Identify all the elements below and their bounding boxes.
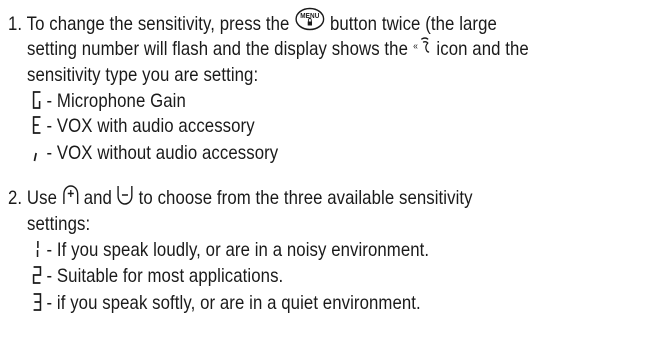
step1-line2-text-a: setting number will flash and the displa… bbox=[27, 38, 408, 61]
step2-line1-text-c: to choose from the three available sensi… bbox=[138, 187, 473, 210]
step2-line1-text-b: and bbox=[83, 187, 112, 210]
sensitivity-setting-1: - If you speak loudly, or are in a noisy… bbox=[31, 238, 429, 262]
sensitivity-type-mic-gain: - Microphone Gain bbox=[31, 89, 186, 113]
segment-1-icon bbox=[36, 240, 39, 257]
plus-button-icon bbox=[62, 184, 79, 212]
step2-line2: settings: bbox=[27, 213, 91, 235]
step1-number: 1. bbox=[8, 13, 23, 36]
mic-gain-label: - Microphone Gain bbox=[46, 90, 186, 112]
setting-3-label: - if you speak softly, or are in a quiet… bbox=[46, 292, 421, 314]
step1-line3: sensitivity type you are setting: bbox=[27, 64, 259, 86]
vox-accessory-label: - VOX with audio accessory bbox=[46, 115, 255, 137]
step1-line1-text-a: To change the sensitivity, press the bbox=[26, 13, 290, 36]
sensitivity-type-vox-no-accessory: - VOX without audio accessory bbox=[31, 141, 278, 165]
step2-line1-text-a: Use bbox=[26, 187, 58, 210]
menu-icon-label: MENU bbox=[300, 13, 319, 21]
menu-button-icon: MENU bbox=[294, 7, 325, 39]
sensitivity-setting-2: - Suitable for most applications. bbox=[31, 264, 283, 288]
segment-2-icon bbox=[32, 265, 42, 284]
setting-2-label: - Suitable for most applications. bbox=[46, 265, 284, 287]
vox-sensitivity-icon: « bbox=[413, 34, 432, 62]
step1-line2: setting number will flash and the displa… bbox=[27, 36, 529, 64]
step1-line1-text-b: button twice (the large bbox=[329, 13, 497, 36]
segment-g-icon bbox=[32, 90, 41, 109]
step1-line2-text-b: icon and the bbox=[436, 38, 529, 61]
sensitivity-type-vox-accessory: - VOX with audio accessory bbox=[31, 114, 255, 138]
setting-1-label: - If you speak loudly, or are in a noisy… bbox=[46, 239, 430, 261]
step2-line1: 2. Use and to choose from the three avai… bbox=[8, 185, 473, 213]
segment-3-icon bbox=[33, 292, 42, 311]
vox-no-accessory-label: - VOX without audio accessory bbox=[46, 142, 279, 164]
step2-number: 2. bbox=[8, 187, 23, 210]
instruction-document: 1. To change the sensitivity, press the … bbox=[0, 0, 663, 358]
minus-button-icon bbox=[117, 184, 134, 212]
segment-i-icon bbox=[33, 152, 37, 162]
svg-text:«: « bbox=[413, 40, 418, 51]
segment-e-icon bbox=[32, 115, 41, 134]
sensitivity-setting-3: - if you speak softly, or are in a quiet… bbox=[31, 291, 421, 315]
